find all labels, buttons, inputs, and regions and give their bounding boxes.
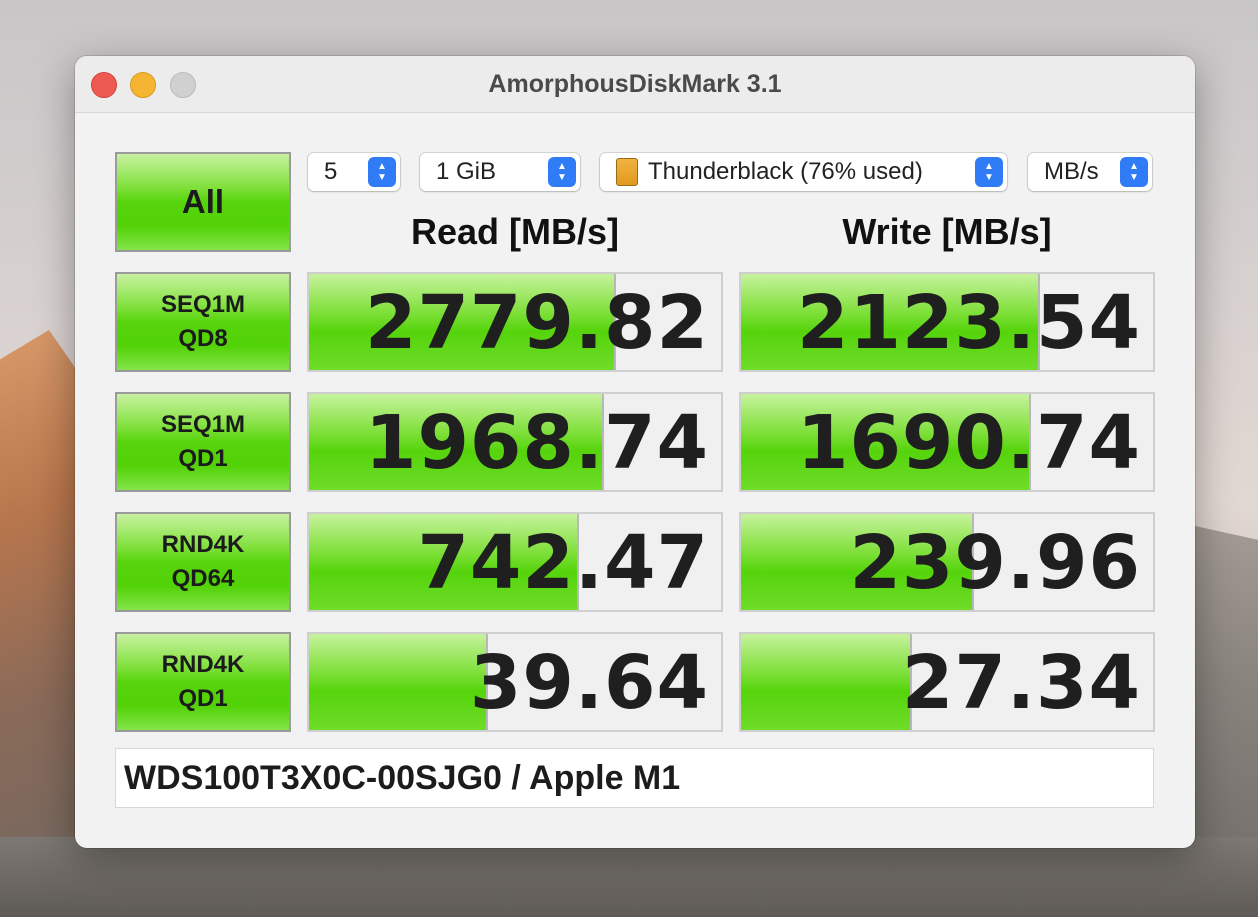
drive-select[interactable]: Thunderblack (76% used) ▲ ▼: [600, 153, 1007, 191]
test-button-seq1m-qd8[interactable]: SEQ1M QD8: [115, 272, 291, 372]
test-label-line1: SEQ1M: [160, 291, 246, 318]
chevron-updown-icon: ▲ ▼: [368, 157, 396, 187]
write-value: 2123.54: [796, 280, 1141, 366]
write-result-rnd4k-qd1: 27.34: [739, 632, 1155, 732]
test-label-line1: SEQ1M: [160, 411, 246, 438]
test-button-rnd4k-qd64[interactable]: RND4K QD64: [115, 512, 291, 612]
test-label-line2: QD64: [171, 565, 235, 592]
background-rock-bottom: [0, 837, 1258, 917]
read-value: 1968.74: [364, 400, 709, 486]
test-button-seq1m-qd1[interactable]: SEQ1M QD1: [115, 392, 291, 492]
test-count-value: 5: [324, 158, 338, 185]
read-result-rnd4k-qd64: 742.47: [307, 512, 723, 612]
test-label-line1: RND4K: [161, 531, 245, 558]
read-result-rnd4k-qd1: 39.64: [307, 632, 723, 732]
chevron-updown-icon: ▲ ▼: [548, 157, 576, 187]
window-title: AmorphousDiskMark 3.1: [488, 70, 782, 98]
read-progress-bar: [309, 634, 489, 730]
title-bar: AmorphousDiskMark 3.1: [75, 56, 1195, 113]
write-value: 27.34: [901, 640, 1141, 726]
read-value: 742.47: [417, 520, 709, 606]
test-button-rnd4k-qd1[interactable]: RND4K QD1: [115, 632, 291, 732]
drive-value: Thunderblack (76% used): [648, 158, 923, 185]
unit-select[interactable]: MB/s ▲ ▼: [1028, 153, 1152, 191]
app-window: AmorphousDiskMark 3.1 All 5 ▲ ▼ 1 GiB ▲ ▼ …: [75, 56, 1195, 848]
test-size-value: 1 GiB: [436, 158, 497, 185]
device-info-text: WDS100T3X0C-00SJG0 / Apple M1: [124, 758, 681, 797]
read-column-header: Read [MB/s]: [410, 211, 620, 252]
write-result-rnd4k-qd64: 239.96: [739, 512, 1155, 612]
test-label-line2: QD8: [178, 325, 228, 352]
write-column-header: Write [MB/s]: [842, 211, 1052, 252]
write-result-seq1m-qd1: 1690.74: [739, 392, 1155, 492]
unit-value: MB/s: [1044, 158, 1099, 185]
write-value: 239.96: [849, 520, 1141, 606]
read-value: 2779.82: [364, 280, 709, 366]
test-count-select[interactable]: 5 ▲ ▼: [308, 153, 400, 191]
chevron-updown-icon: ▲ ▼: [1120, 157, 1148, 187]
device-info-field[interactable]: WDS100T3X0C-00SJG0 / Apple M1: [115, 748, 1154, 808]
test-label-line2: QD1: [178, 445, 228, 472]
external-drive-icon: [616, 158, 638, 186]
test-size-select[interactable]: 1 GiB ▲ ▼: [420, 153, 580, 191]
test-label-line2: QD1: [178, 685, 228, 712]
write-result-seq1m-qd8: 2123.54: [739, 272, 1155, 372]
write-value: 1690.74: [796, 400, 1141, 486]
read-result-seq1m-qd1: 1968.74: [307, 392, 723, 492]
chevron-updown-icon: ▲ ▼: [975, 157, 1003, 187]
read-value: 39.64: [469, 640, 709, 726]
read-result-seq1m-qd8: 2779.82: [307, 272, 723, 372]
test-label-line1: RND4K: [161, 651, 245, 678]
run-all-label: All: [181, 183, 225, 220]
run-all-button[interactable]: All: [115, 152, 291, 252]
write-progress-bar: [741, 634, 912, 730]
